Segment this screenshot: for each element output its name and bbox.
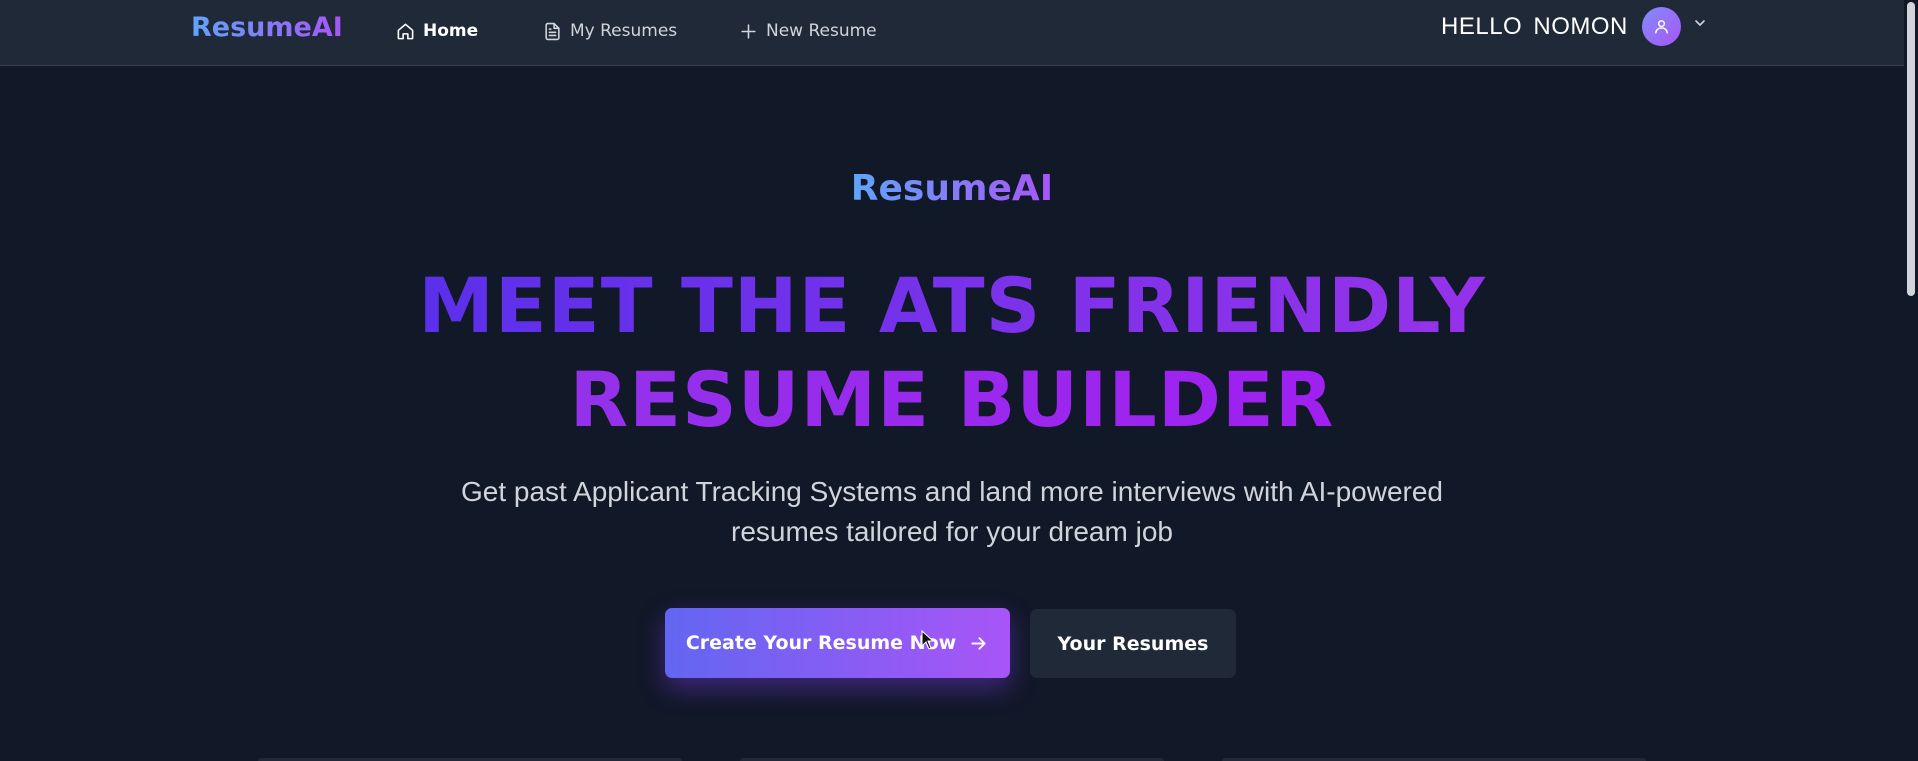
scrollbar-thumb[interactable] — [1907, 2, 1915, 296]
create-resume-button[interactable]: Create Your Resume Now — [665, 608, 1010, 678]
hero-brand: ResumeAI — [0, 168, 1904, 209]
page-scrollbar[interactable] — [1904, 0, 1918, 761]
your-resumes-button[interactable]: Your Resumes — [1030, 609, 1236, 678]
chevron-down-icon[interactable] — [1692, 15, 1708, 31]
hero-subtitle: Get past Applicant Tracking Systems and … — [460, 476, 1444, 547]
plus-icon — [741, 23, 756, 39]
hero-headline-text: MEET THE ATS FRIENDLY RESUME BUILDER — [418, 261, 1486, 444]
top-navbar: ResumeAI Home My Resumes New Resume HELL… — [0, 0, 1904, 66]
user-icon — [1655, 20, 1668, 34]
user-avatar-button[interactable] — [1642, 7, 1681, 46]
hero-headline: MEET THE ATS FRIENDLY RESUME BUILDER — [252, 259, 1652, 447]
nav-link-my-resumes[interactable]: My Resumes — [543, 17, 677, 45]
hero-brand-text: ResumeAI — [850, 168, 1054, 209]
mouse-cursor-icon — [921, 630, 935, 650]
nav-link-new-resume[interactable]: New Resume — [739, 17, 877, 45]
nav-link-my-resumes-label: My Resumes — [570, 21, 678, 41]
arrow-right-icon — [971, 636, 986, 650]
home-icon — [397, 23, 414, 39]
user-greeting: HELLO NOMON — [1441, 13, 1628, 40]
nav-link-home[interactable]: Home — [396, 17, 478, 45]
nav-link-home-label: Home — [423, 21, 479, 41]
navbar-brand-logo[interactable]: ResumeAI — [191, 12, 343, 43]
your-resumes-button-label: Your Resumes — [1057, 632, 1209, 655]
document-icon — [545, 22, 560, 40]
create-resume-button-label: Create Your Resume Now — [685, 632, 957, 654]
nav-link-new-resume-label: New Resume — [766, 21, 877, 41]
